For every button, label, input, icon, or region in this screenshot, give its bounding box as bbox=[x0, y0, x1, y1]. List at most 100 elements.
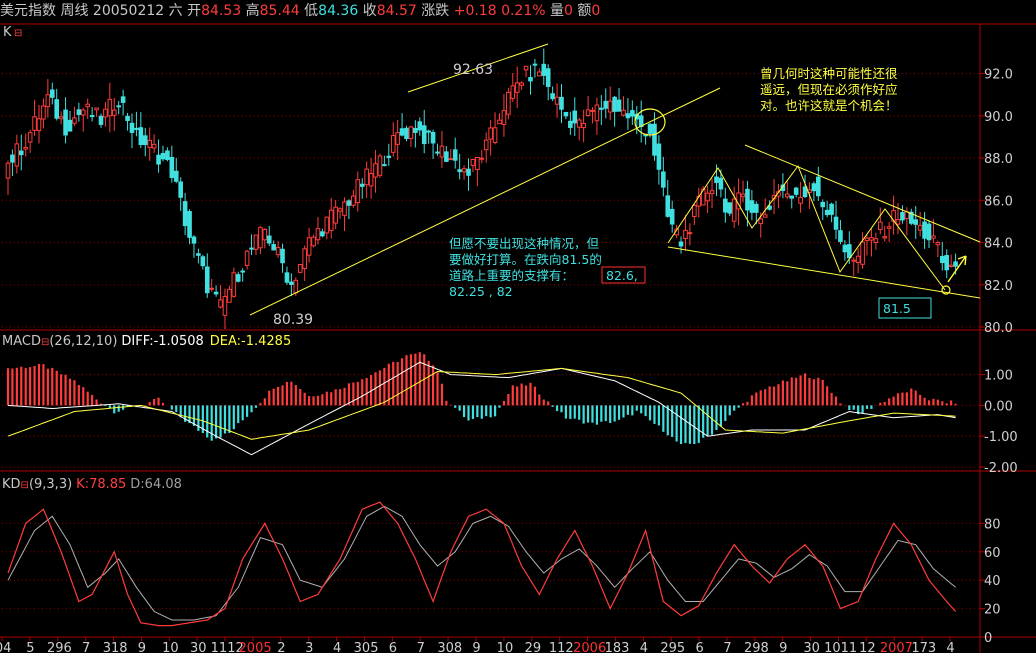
x-label-29: 30 bbox=[803, 641, 820, 653]
candle-body bbox=[793, 187, 799, 195]
kd-tick-label-2: 40 bbox=[984, 574, 1001, 589]
candle-body bbox=[346, 200, 352, 206]
candle-body bbox=[931, 235, 936, 239]
candle-body bbox=[594, 104, 600, 122]
candle-body bbox=[160, 152, 166, 160]
candle-body bbox=[36, 118, 42, 132]
candle-body bbox=[107, 98, 113, 117]
candle-body bbox=[417, 121, 423, 131]
candle-body bbox=[709, 190, 715, 195]
candle-body bbox=[466, 168, 471, 176]
candle-body bbox=[134, 127, 139, 130]
candle-body bbox=[532, 63, 538, 66]
candle-body bbox=[554, 96, 560, 105]
candle-body bbox=[444, 151, 449, 162]
candle-body bbox=[714, 176, 719, 183]
candle-body bbox=[457, 169, 462, 173]
x-label-20: 112 bbox=[549, 641, 574, 653]
candle-body bbox=[14, 143, 20, 167]
candle-body bbox=[599, 107, 604, 110]
x-label-17: 9 bbox=[472, 641, 480, 653]
k-tick-label-5: 82.0 bbox=[984, 279, 1013, 294]
candle-body bbox=[886, 226, 892, 229]
x-label-11: 3 bbox=[305, 641, 313, 653]
candle-body bbox=[820, 201, 826, 208]
candle-body bbox=[138, 127, 144, 145]
candle-body bbox=[855, 255, 861, 263]
candle-body bbox=[235, 274, 241, 282]
candle-body bbox=[665, 195, 671, 217]
candle-body bbox=[448, 158, 454, 161]
candle-body bbox=[218, 299, 223, 308]
candle-body bbox=[390, 135, 396, 153]
candle-body bbox=[492, 127, 498, 143]
candle-body bbox=[590, 109, 595, 112]
candle-body bbox=[315, 228, 321, 241]
candle-body bbox=[723, 198, 728, 213]
candle-body bbox=[80, 109, 86, 116]
candle-body bbox=[519, 82, 524, 86]
candle-body bbox=[568, 120, 573, 128]
candle-body bbox=[860, 241, 865, 265]
candle-body bbox=[227, 288, 232, 303]
candle-body bbox=[45, 94, 51, 108]
candle-body bbox=[386, 155, 392, 159]
x-label-14: 6 bbox=[389, 641, 397, 653]
candle-body bbox=[289, 281, 294, 285]
kd-tick-label-4: 0 bbox=[984, 631, 992, 646]
macd-tick-label-3: -2.00 bbox=[984, 461, 1018, 476]
candle-body bbox=[58, 116, 64, 120]
candle-body bbox=[280, 248, 285, 264]
candle-body bbox=[426, 130, 431, 133]
candle-body bbox=[395, 132, 400, 145]
candle-body bbox=[718, 177, 724, 190]
candle-body bbox=[811, 183, 817, 192]
x-label-33: 173 bbox=[911, 641, 936, 653]
candle-body bbox=[603, 100, 609, 109]
candle-body bbox=[120, 96, 126, 103]
candle-body bbox=[939, 255, 945, 264]
candle-body bbox=[98, 115, 104, 125]
candle-body bbox=[731, 198, 737, 222]
note-top-right-3: 对。也许这就是个机会！ bbox=[760, 98, 898, 113]
candle-body bbox=[625, 113, 631, 119]
note-middle-3: 道路上重要的支撑有： bbox=[449, 268, 574, 283]
candle-body bbox=[900, 212, 905, 221]
kd-series bbox=[7, 501, 957, 627]
candle-body bbox=[23, 147, 29, 150]
candle-body bbox=[116, 105, 121, 108]
candle-body bbox=[545, 68, 551, 87]
candle-body bbox=[399, 128, 405, 136]
candle-body bbox=[612, 96, 617, 112]
target-value: 81.5 bbox=[883, 301, 911, 316]
chart-area[interactable]: 92.0 90.0 88.0 86.0 84.0 82.0 80.0 1.00 0.00 -1.0… bbox=[0, 0, 1036, 653]
candle-body bbox=[196, 253, 201, 256]
k-tick-label-4: 84.0 bbox=[984, 237, 1013, 252]
trend-line-2 bbox=[667, 246, 981, 299]
candle-body bbox=[244, 250, 250, 266]
candle-body bbox=[510, 85, 516, 99]
candle-body bbox=[563, 111, 569, 117]
candle-body bbox=[266, 235, 272, 244]
candle-body bbox=[165, 150, 170, 160]
candle-body bbox=[838, 230, 843, 242]
candle-body bbox=[129, 122, 135, 133]
candle-body bbox=[661, 171, 666, 188]
candle-body bbox=[824, 209, 830, 216]
candle-body bbox=[669, 208, 675, 225]
candle-body bbox=[67, 119, 73, 132]
candle-body bbox=[258, 227, 263, 249]
candle-body bbox=[754, 203, 759, 213]
x-label-28: 9 bbox=[779, 641, 787, 653]
candle-body bbox=[816, 176, 821, 197]
x-label-1: 5 bbox=[26, 641, 34, 653]
candle-body bbox=[72, 117, 77, 124]
macd-tick-label-2: -1.00 bbox=[984, 430, 1018, 445]
note-middle-1: 但愿不要出现这种情况，但 bbox=[449, 236, 600, 251]
k-line bbox=[7, 501, 957, 627]
k-panel-toggle-icon[interactable]: ⊟ bbox=[14, 28, 22, 39]
candle-body bbox=[576, 119, 582, 128]
k-tick-label-2: 88.0 bbox=[984, 152, 1013, 167]
candle-body bbox=[404, 127, 409, 140]
macd-panel-label: MACD⊟(26,12,10) DIFF:-1.0508 DEA:-1.4285 bbox=[2, 334, 291, 349]
